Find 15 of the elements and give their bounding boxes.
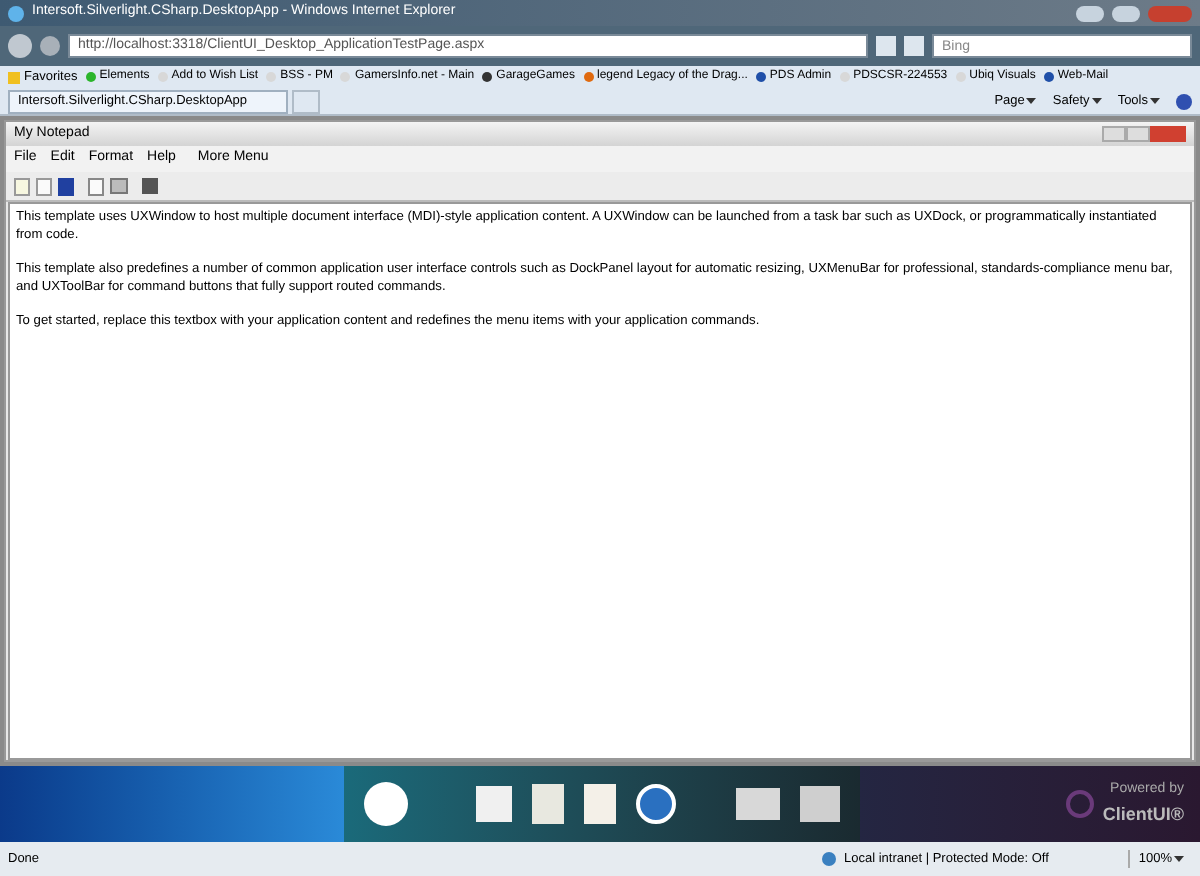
browser-logo-icon <box>8 5 24 21</box>
caret-icon <box>1174 856 1184 862</box>
forward-button[interactable] <box>40 36 60 56</box>
maximize-button[interactable] <box>1112 5 1140 21</box>
caret-icon <box>1026 98 1037 104</box>
caret-icon <box>1091 98 1102 104</box>
caret-icon <box>1150 98 1160 104</box>
back-button[interactable] <box>8 34 32 58</box>
minimize-button[interactable] <box>1102 126 1126 142</box>
close-button[interactable] <box>1150 126 1186 142</box>
close-button[interactable] <box>1148 5 1192 21</box>
brand-name: ClientUI® <box>1102 801 1184 827</box>
help-icon <box>1176 93 1192 109</box>
maximize-button[interactable] <box>1126 126 1150 142</box>
minimize-button[interactable] <box>1076 5 1104 21</box>
